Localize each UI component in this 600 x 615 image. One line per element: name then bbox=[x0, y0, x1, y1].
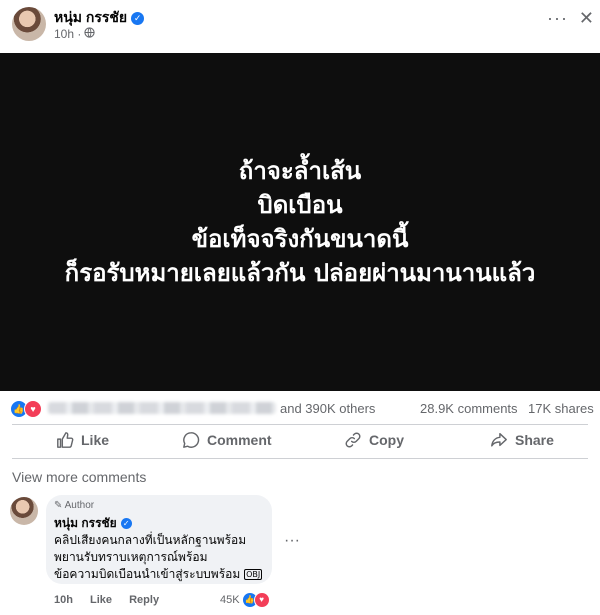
comment-text-line-3-text: ข้อความบิดเบือนนำเข้าสู่ระบบพร้อม bbox=[54, 567, 241, 581]
divider bbox=[12, 424, 588, 425]
author-name-text[interactable]: หนุ่ม กรรชัย bbox=[54, 9, 127, 25]
post-image[interactable]: ถ้าจะล้ำเส้น บิดเบือน ข้อเท็จจริงกันขนาด… bbox=[0, 53, 600, 391]
author-badge: ✎ Author bbox=[54, 500, 94, 511]
post-stats: 👍 ♥ and 390K others 28.9K comments 17K s… bbox=[0, 395, 600, 423]
like-label: Like bbox=[81, 432, 110, 448]
share-label: Share bbox=[515, 432, 554, 448]
commenter-avatar[interactable] bbox=[10, 497, 38, 525]
post-meta: 10h · bbox=[54, 27, 96, 41]
image-text-line-2: บิดเบือน bbox=[257, 191, 343, 219]
image-text-line-4: ก็รอรับหมายเลยแล้วกัน ปล่อยผ่านมานานแล้ว bbox=[64, 259, 536, 287]
commenter-name-text[interactable]: หนุ่ม กรรชัย bbox=[54, 516, 117, 530]
globe-icon bbox=[84, 27, 96, 41]
like-button[interactable]: Like bbox=[56, 431, 109, 449]
love-reaction-icon: ♥ bbox=[253, 592, 270, 608]
comment-like-button[interactable]: Like bbox=[90, 594, 112, 606]
shares-count[interactable]: 17K shares bbox=[528, 401, 594, 416]
post-header: หนุ่ม กรรชัย ✓ 10h · ··· ✕ bbox=[0, 0, 600, 52]
divider bbox=[12, 458, 588, 459]
blurred-reactor-names bbox=[48, 402, 276, 414]
link-icon bbox=[345, 432, 361, 448]
comment-bubble-icon bbox=[183, 432, 200, 448]
post-timestamp[interactable]: 10h bbox=[54, 27, 74, 41]
more-options-icon[interactable]: ··· bbox=[547, 8, 568, 29]
view-more-comments-link[interactable]: View more comments bbox=[12, 469, 146, 485]
comment-reply-button[interactable]: Reply bbox=[129, 594, 159, 606]
close-icon[interactable]: ✕ bbox=[579, 8, 594, 29]
copy-button[interactable]: Copy bbox=[344, 431, 404, 449]
comment-reactions[interactable]: 45K 👍 ♥ bbox=[220, 592, 270, 608]
author-badge-label: Author bbox=[64, 500, 95, 511]
share-button[interactable]: Share bbox=[490, 431, 554, 449]
verified-badge-icon: ✓ bbox=[120, 518, 132, 529]
image-text-line-3: ข้อเท็จจริงกันขนาดนี้ bbox=[191, 225, 409, 253]
reactions-others[interactable]: and 390K others bbox=[280, 401, 375, 416]
comment-button[interactable]: Comment bbox=[182, 431, 272, 449]
pencil-icon: ✎ bbox=[54, 500, 63, 511]
comment-timestamp[interactable]: 10h bbox=[54, 594, 73, 606]
copy-label: Copy bbox=[369, 432, 404, 448]
image-text-line-1: ถ้าจะล้ำเส้น bbox=[238, 157, 362, 185]
comment-bubble: ✎ Author หนุ่ม กรรชัย ✓ คลิปเสียงคนกลางที… bbox=[46, 495, 272, 584]
verified-badge-icon: ✓ bbox=[131, 12, 145, 25]
author-avatar[interactable] bbox=[12, 7, 46, 41]
thumbs-up-icon bbox=[57, 432, 74, 448]
share-arrow-icon bbox=[491, 432, 507, 447]
comment-footer: 10h Like Reply bbox=[54, 594, 173, 606]
love-reaction-icon: ♥ bbox=[24, 400, 42, 418]
comment-label: Comment bbox=[207, 432, 272, 448]
author-name[interactable]: หนุ่ม กรรชัย ✓ bbox=[54, 7, 145, 29]
comment-options-icon[interactable]: ··· bbox=[284, 532, 300, 550]
obj-emoji-tag: OBJ bbox=[244, 569, 263, 580]
comment-text-line-3: ข้อความบิดเบือนนำเข้าสู่ระบบพร้อม OBJ bbox=[54, 565, 263, 584]
action-bar: Like Comment Copy Share bbox=[0, 428, 600, 454]
comment-reaction-count: 45K bbox=[220, 594, 240, 606]
comments-count[interactable]: 28.9K comments bbox=[420, 401, 518, 416]
